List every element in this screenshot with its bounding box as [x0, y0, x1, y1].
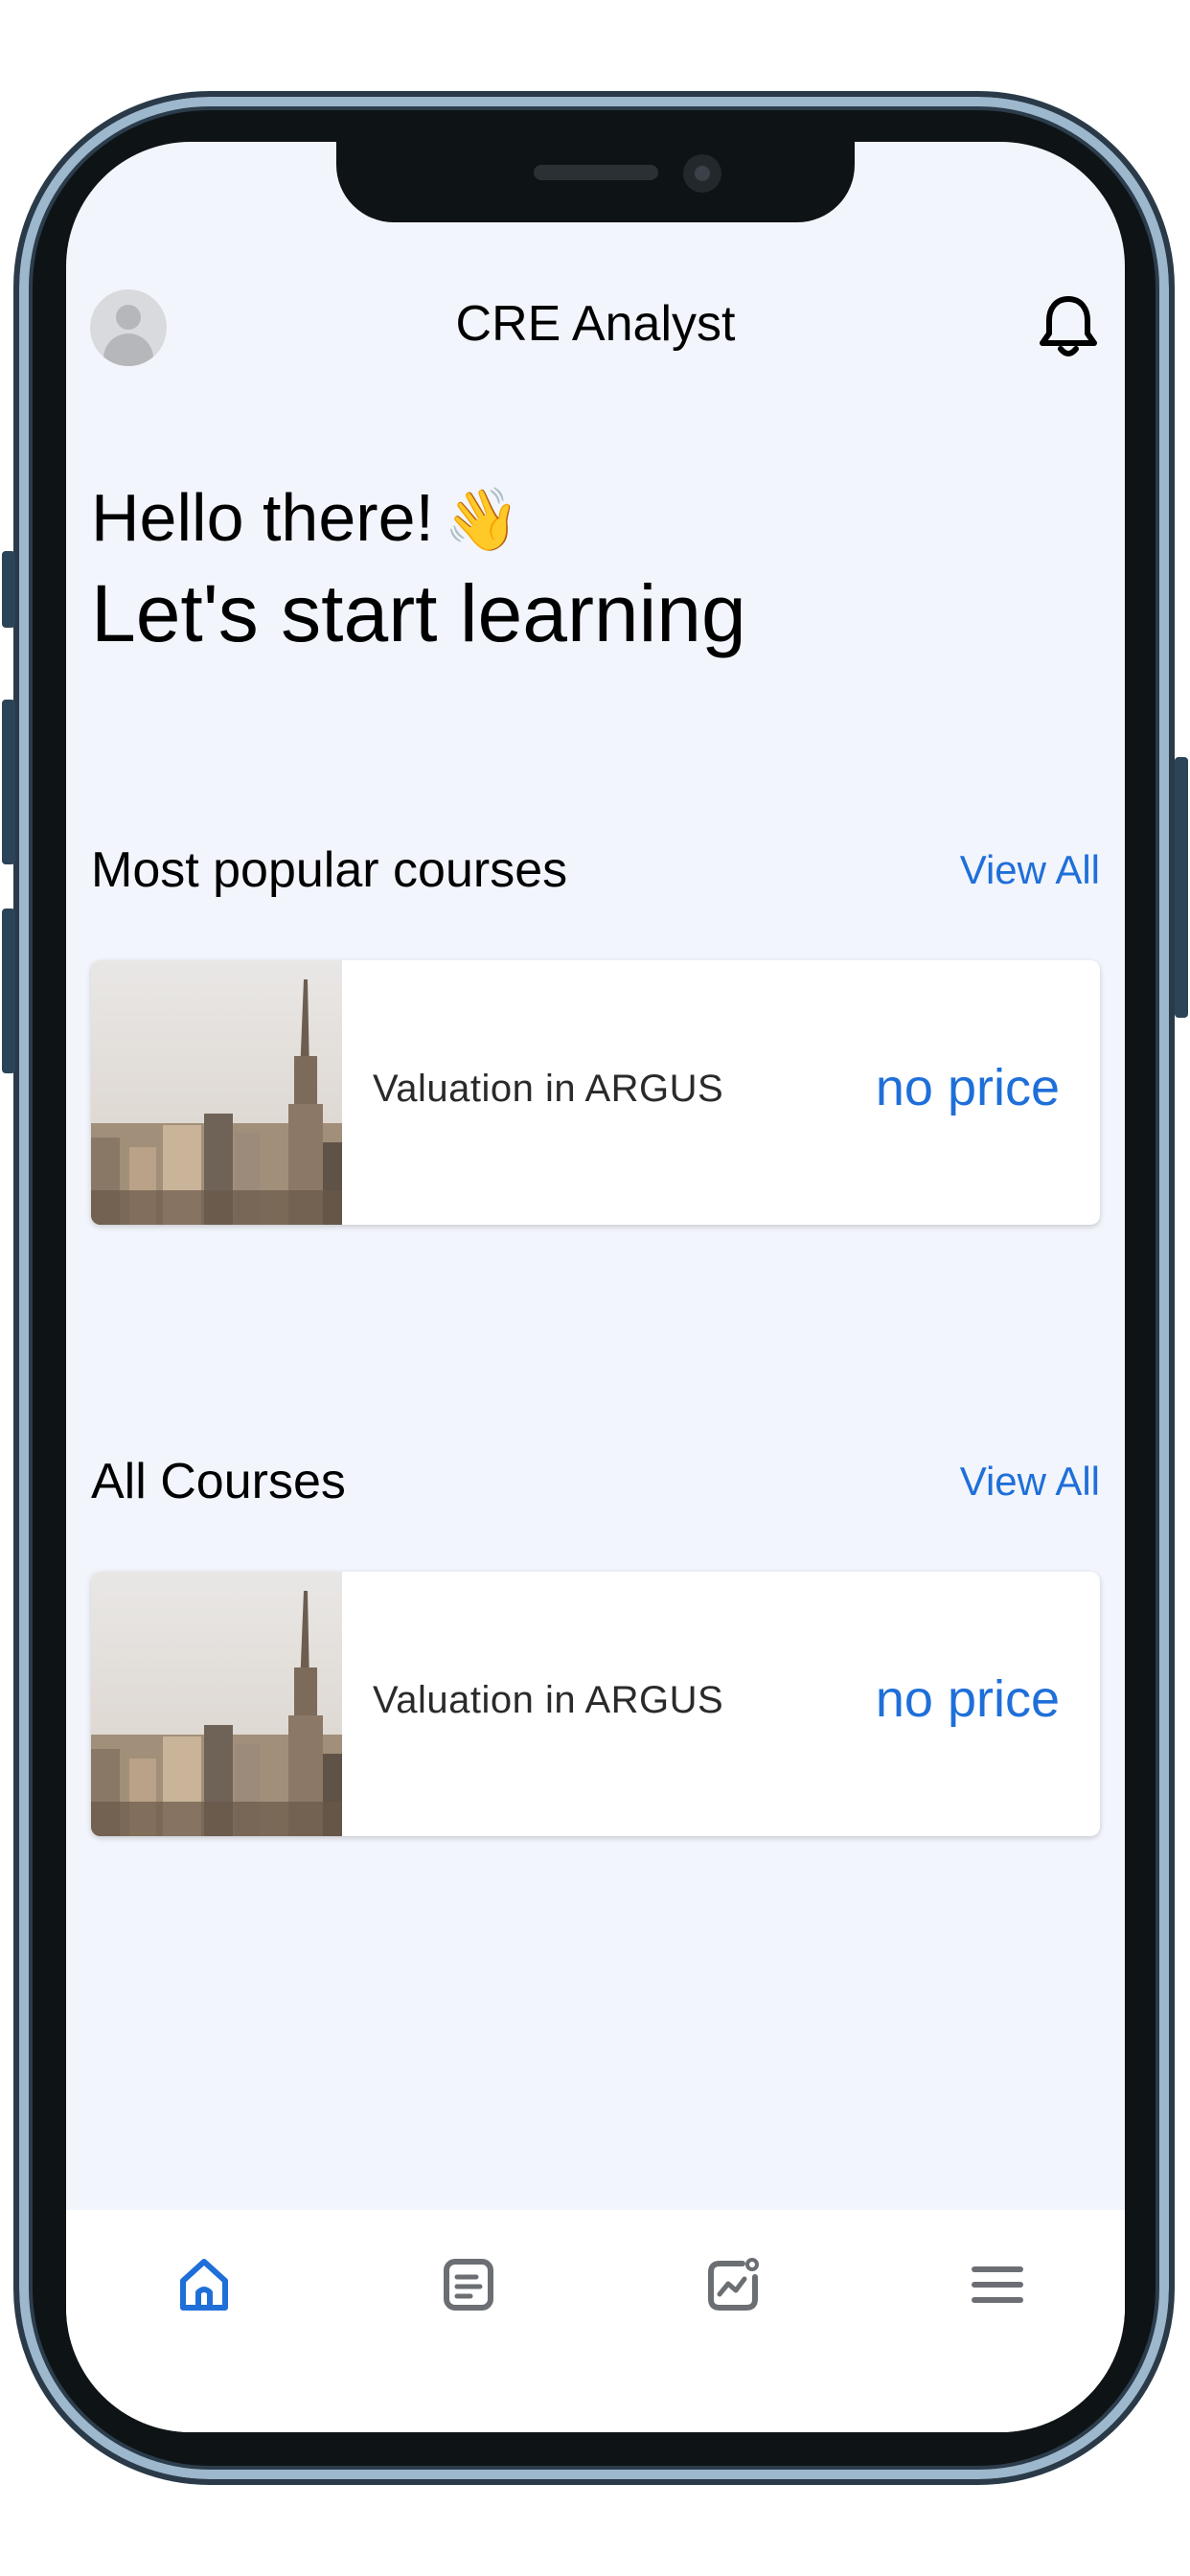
- mute-switch: [2, 551, 15, 628]
- course-name: Valuation in ARGUS: [373, 1068, 724, 1110]
- greeting-text: Hello there!: [91, 480, 434, 555]
- city-skyline-photo: [91, 960, 342, 1225]
- menu-icon[interactable]: [967, 2254, 1028, 2315]
- city-skyline-photo: [91, 1572, 342, 1836]
- greeting-line1: Hello there! 👋: [91, 479, 520, 556]
- course-price: no price: [875, 1670, 1060, 1728]
- section-title-popular: Most popular courses: [91, 842, 568, 898]
- course-card[interactable]: Valuation in ARGUS no price: [91, 1572, 1100, 1836]
- front-camera: [683, 154, 721, 193]
- view-all-popular-link[interactable]: View All: [960, 847, 1100, 893]
- course-name: Valuation in ARGUS: [373, 1679, 724, 1721]
- speaker: [534, 165, 658, 180]
- bell-icon[interactable]: [1037, 293, 1100, 360]
- document-icon[interactable]: [438, 2254, 499, 2315]
- home-icon[interactable]: [173, 2254, 235, 2315]
- waving-hand-icon: 👋: [443, 485, 520, 554]
- bottom-nav: [66, 2210, 1125, 2432]
- greeting-line2: Let's start learning: [91, 568, 746, 658]
- course-price: no price: [875, 1059, 1060, 1116]
- section-title-all-courses: All Courses: [91, 1454, 346, 1509]
- app-title: CRE Analyst: [455, 296, 736, 352]
- app-screen: CRE Analyst Hello there! 👋 Let's start le…: [66, 142, 1125, 2432]
- power-button: [1175, 757, 1188, 1018]
- volume-up-button: [2, 700, 15, 864]
- notch: [336, 142, 855, 222]
- course-card[interactable]: Valuation in ARGUS no price: [91, 960, 1100, 1225]
- volume-down-button: [2, 908, 15, 1073]
- analytics-icon[interactable]: [702, 2254, 764, 2315]
- view-all-courses-link[interactable]: View All: [960, 1459, 1100, 1505]
